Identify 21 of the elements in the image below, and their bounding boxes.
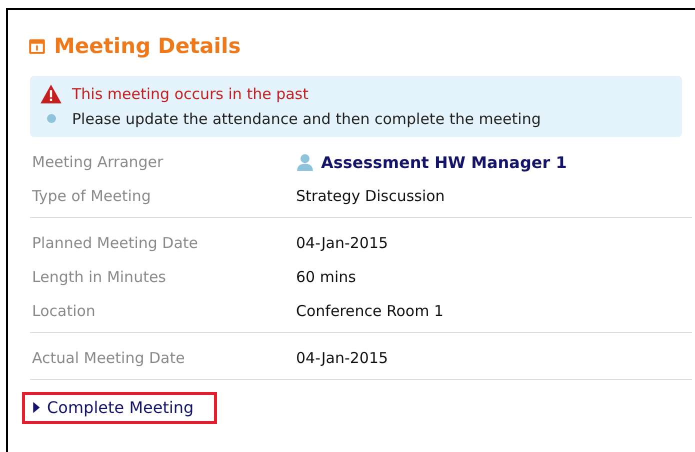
alert-text: This meeting occurs in the past: [72, 84, 308, 102]
person-icon: [296, 153, 314, 171]
field-label: Length in Minutes: [32, 268, 167, 286]
warning-icon: [40, 84, 62, 104]
field-value: Conference Room 1: [296, 302, 444, 320]
field-value: 04-Jan-2015: [296, 234, 388, 252]
field-label: Location: [32, 302, 96, 320]
field-value: 04-Jan-2015: [296, 349, 388, 367]
alert-text: Please update the attendance and then complete the meeting: [72, 110, 541, 128]
panel-title: Meeting Details: [54, 34, 241, 58]
person-link[interactable]: Assessment HW Manager 1: [321, 152, 567, 172]
complete-meeting-link[interactable]: Complete Meeting: [47, 398, 194, 417]
field-label: Planned Meeting Date: [32, 234, 200, 252]
field-label: Actual Meeting Date: [32, 349, 186, 367]
field-label: Type of Meeting: [32, 187, 152, 205]
field-label: Meeting Arranger: [32, 153, 164, 171]
calendar-icon: [28, 37, 46, 55]
field-value: 60 mins: [296, 268, 356, 286]
field-value: Strategy Discussion: [296, 187, 445, 205]
bullet-icon: [46, 114, 56, 123]
caret-icon: [33, 402, 40, 413]
